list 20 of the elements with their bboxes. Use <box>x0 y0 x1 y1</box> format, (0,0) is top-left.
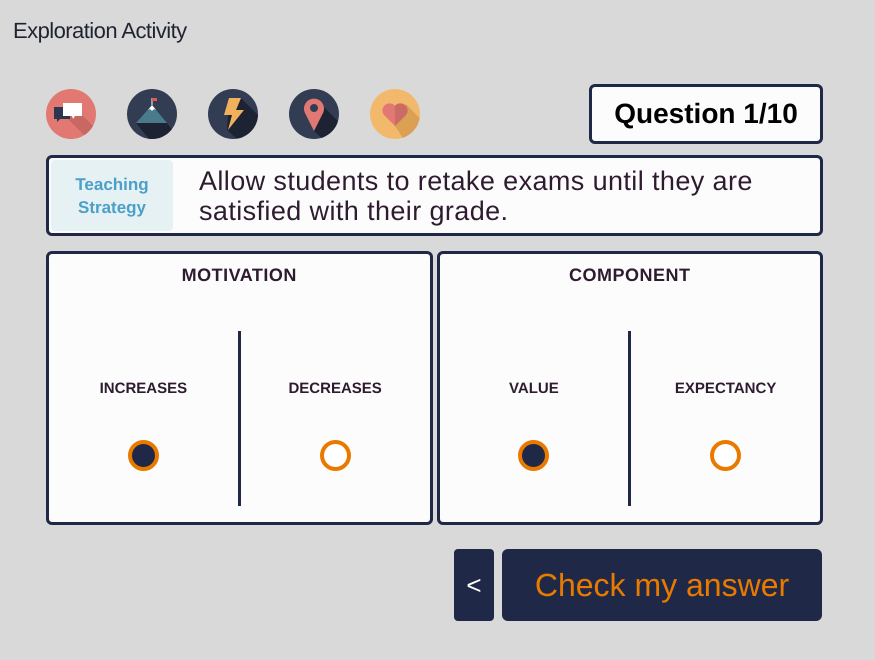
option-label: DECREASES <box>288 379 382 399</box>
question-counter: Question 1/10 <box>589 84 823 144</box>
map-pin-icon[interactable] <box>289 89 339 139</box>
radio-button[interactable] <box>320 440 351 470</box>
back-button[interactable]: < <box>454 549 494 621</box>
panel-title: COMPONENT <box>569 264 690 287</box>
radio-button[interactable] <box>710 440 742 470</box>
strategy-label: Teaching Strategy <box>51 160 173 231</box>
activity-title: Exploration Activity <box>13 18 187 43</box>
chat-bubbles-icon[interactable] <box>46 89 96 139</box>
radio-button[interactable] <box>518 440 550 470</box>
panel-title: MOTIVATION <box>182 264 297 287</box>
lightning-bolt-icon[interactable] <box>208 89 258 139</box>
option-label: VALUE <box>509 379 559 399</box>
check-answer-button[interactable]: Check my answer <box>502 549 822 621</box>
option-label: INCREASES <box>100 379 188 399</box>
radio-button[interactable] <box>128 440 159 470</box>
option-label: EXPECTANCY <box>674 379 776 399</box>
mountain-flag-icon[interactable] <box>127 89 177 139</box>
strategy-text: Allow students to retake exams until they are satisfied with their grade. <box>199 166 754 226</box>
